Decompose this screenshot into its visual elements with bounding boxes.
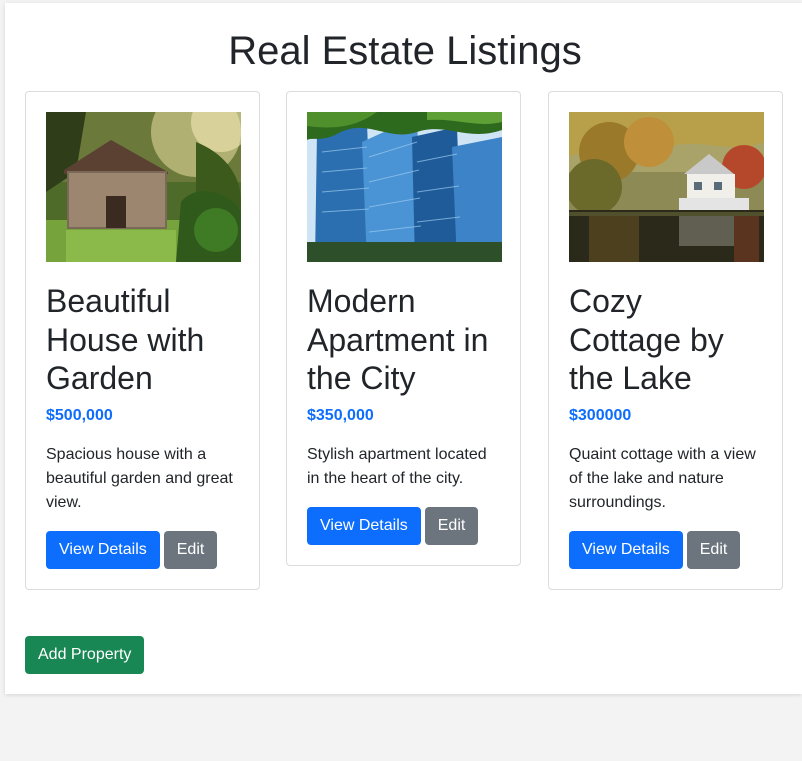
- edit-button[interactable]: Edit: [424, 506, 479, 545]
- listing-description: Spacious house with a beautiful garden a…: [46, 445, 233, 511]
- listing-title: Modern Apartment in the City: [307, 283, 489, 396]
- listing-price: $500,000: [46, 406, 113, 424]
- listing-actions: View Details Edit: [46, 530, 239, 569]
- listing-photo-apartment[interactable]: [307, 112, 502, 262]
- listing-card: Beautiful House with Garden $500,000 Spa…: [25, 91, 260, 590]
- listing-description: Quaint cottage with a view of the lake a…: [569, 445, 756, 511]
- edit-button[interactable]: Edit: [163, 530, 218, 569]
- listing-actions: View Details Edit: [569, 530, 762, 569]
- view-details-button[interactable]: View Details: [569, 530, 683, 569]
- listing-photo-house-art: [46, 112, 241, 262]
- listing-actions: View Details Edit: [307, 506, 500, 545]
- listing-price: $350,000: [307, 406, 374, 424]
- listing-title: Cozy Cottage by the Lake: [569, 283, 724, 396]
- listing-photo-apartment-art: [307, 112, 502, 262]
- listing-photo-cottage-art: [569, 112, 764, 262]
- listing-description: Stylish apartment located in the heart o…: [307, 445, 487, 487]
- view-details-button[interactable]: View Details: [307, 506, 421, 545]
- listing-title: Beautiful House with Garden: [46, 283, 205, 396]
- listing-price: $300000: [569, 406, 632, 424]
- listing-card: Modern Apartment in the City $350,000 St…: [286, 91, 521, 566]
- listing-photo-cottage[interactable]: [569, 112, 764, 262]
- listing-photo-house[interactable]: [46, 112, 241, 262]
- edit-button[interactable]: Edit: [686, 530, 741, 569]
- add-property-button[interactable]: Add Property: [25, 636, 145, 674]
- listing-card: Cozy Cottage by the Lake $300000 Quaint …: [548, 91, 783, 590]
- page-title: Real Estate Listings: [228, 29, 582, 73]
- view-details-button[interactable]: View Details: [46, 530, 160, 569]
